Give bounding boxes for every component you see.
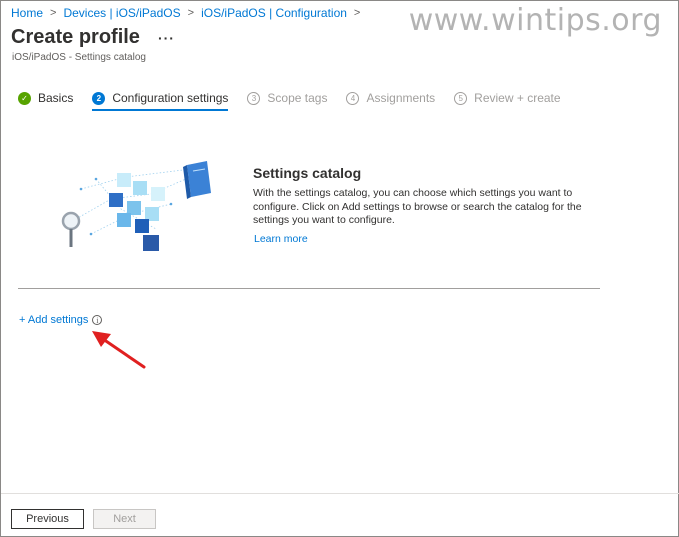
- learn-more-link[interactable]: Learn more: [254, 233, 308, 245]
- checkmark-icon: ✓: [18, 91, 31, 105]
- chevron-right-icon: >: [50, 7, 57, 19]
- settings-catalog-title: Settings catalog: [253, 165, 362, 181]
- tab-label: Assignments: [366, 91, 436, 105]
- tab-label: Scope tags: [267, 91, 328, 105]
- watermark: www.wintips.org: [408, 3, 662, 38]
- section-divider: [18, 288, 600, 289]
- breadcrumb-configuration[interactable]: iOS/iPadOS | Configuration: [201, 6, 347, 20]
- page-subtitle: iOS/iPadOS - Settings catalog: [12, 52, 146, 63]
- page-title: Create profile ···: [11, 26, 175, 49]
- chevron-right-icon: >: [187, 7, 195, 19]
- red-arrow-annotation: [92, 331, 146, 369]
- tab-scope-tags[interactable]: 3 Scope tags: [247, 91, 327, 111]
- tab-label: Basics: [38, 91, 74, 105]
- tab-assignments[interactable]: 4 Assignments: [346, 91, 435, 111]
- previous-button[interactable]: Previous: [11, 509, 84, 529]
- tab-label: Review + create: [474, 91, 561, 105]
- settings-catalog-illustration: [61, 161, 211, 251]
- breadcrumb-home[interactable]: Home: [11, 6, 43, 20]
- step-number-badge: 2: [92, 91, 106, 105]
- step-number-badge: 3: [247, 91, 261, 105]
- breadcrumb-devices[interactable]: Devices | iOS/iPadOS: [63, 6, 180, 20]
- page-title-text: Create profile: [11, 26, 140, 48]
- tab-basics[interactable]: ✓ Basics: [18, 91, 73, 111]
- step-number-badge: 4: [346, 91, 360, 105]
- add-settings-label: + Add settings: [19, 314, 89, 326]
- chevron-right-icon: >: [353, 7, 361, 19]
- wizard-steps: ✓ Basics 2 Configuration settings 3 Scop…: [18, 91, 580, 111]
- footer-divider: [1, 493, 679, 494]
- breadcrumb: Home > Devices | iOS/iPadOS > iOS/iPadOS…: [11, 6, 367, 20]
- more-options-button[interactable]: ···: [158, 30, 175, 46]
- settings-catalog-description: With the settings catalog, you can choos…: [253, 187, 582, 226]
- tab-configuration-settings[interactable]: 2 Configuration settings: [92, 91, 229, 111]
- next-button[interactable]: Next: [93, 509, 156, 529]
- step-number-badge: 5: [454, 91, 468, 105]
- tab-label: Configuration settings: [112, 91, 229, 105]
- tab-review-create[interactable]: 5 Review + create: [454, 91, 561, 111]
